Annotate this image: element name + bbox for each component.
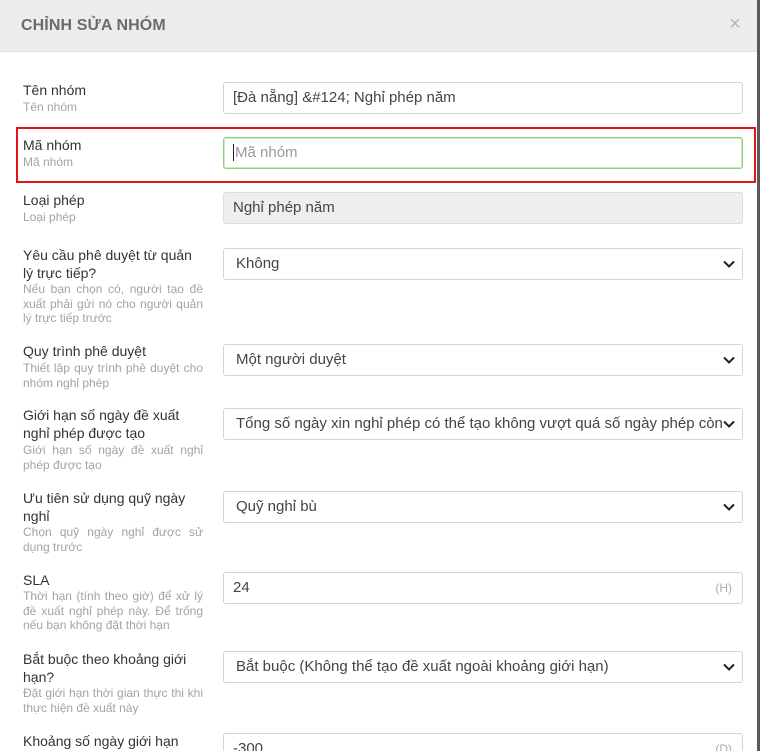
manager-approval-value: Không [236,255,280,272]
sla-hint: Thời hạn (tính theo giờ) để xử lý đề xuấ… [23,589,203,632]
manager-approval-label: Yêu cầu phê duyệt từ quản lý trực tiếp? [23,247,192,281]
leave-type-label: Loại phép [23,192,85,208]
chevron-down-icon [723,420,735,428]
leave-type-hint: Loại phép [23,210,76,224]
approval-flow-value: Một người duyệt [236,351,346,368]
chevron-down-icon [723,663,735,671]
group-code-placeholder: Mã nhóm [235,144,298,161]
range-required-value: Bắt buộc (Không thể tạo đề xuất ngoài kh… [236,658,609,675]
day-limit-label: Giới hạn số ngày đề xuất nghỉ phép được … [23,407,180,441]
sla-unit: (H) [715,581,732,595]
chevron-down-icon [723,356,735,364]
group-name-value: [Đà nẵng] &#124; Nghỉ phép năm [233,89,456,106]
range-days-input[interactable]: -300 (D) [223,733,743,751]
fund-priority-select[interactable]: Quỹ nghỉ bù [223,491,743,523]
day-limit-hint: Giới hạn số ngày đề xuất nghỉ phép được … [23,443,203,472]
manager-approval-hint: Nếu bạn chọn có, người tạo đề xuất phải … [23,282,203,325]
approval-flow-label: Quy trình phê duyệt [23,343,146,359]
edit-group-modal: CHỈNH SỬA NHÓM × Tên nhóm Tên nhóm [Đà n… [0,0,757,751]
fund-priority-label: Ưu tiên sử dụng quỹ ngày nghỉ [23,490,186,524]
fund-priority-value: Quỹ nghỉ bù [236,498,317,515]
modal-title: CHỈNH SỬA NHÓM [21,17,166,34]
chevron-down-icon [723,503,735,511]
leave-type-value: Nghỉ phép năm [233,199,335,216]
group-name-hint: Tên nhóm [23,100,78,114]
sla-label: SLA [23,572,50,588]
modal-header: CHỈNH SỬA NHÓM × [0,0,757,52]
range-days-label: Khoảng số ngày giới hạn [23,733,179,749]
text-cursor [233,143,234,161]
day-limit-value: Tổng số ngày xin nghỉ phép có thể tạo kh… [236,415,723,432]
fund-priority-hint: Chọn quỹ ngày nghỉ được sử dụng trước [23,525,203,554]
sla-input[interactable]: 24 (H) [223,572,743,604]
close-icon[interactable]: × [725,13,745,35]
approval-flow-select[interactable]: Một người duyệt [223,344,743,376]
day-limit-select[interactable]: Tổng số ngày xin nghỉ phép có thể tạo kh… [223,408,743,440]
group-code-label: Mã nhóm [23,137,82,153]
manager-approval-select[interactable]: Không [223,248,743,280]
range-days-unit: (D) [715,742,732,751]
range-days-value: -300 [233,740,264,751]
range-required-select[interactable]: Bắt buộc (Không thể tạo đề xuất ngoài kh… [223,651,743,683]
sla-value: 24 [233,579,250,596]
leave-type-input: Nghỉ phép năm [223,192,743,224]
group-code-hint: Mã nhóm [23,155,74,169]
range-required-label: Bắt buộc theo khoảng giới hạn? [23,651,187,685]
range-required-hint: Đặt giới hạn thời gian thực thi khi thực… [23,686,203,715]
chevron-down-icon [723,260,735,268]
approval-flow-hint: Thiết lập quy trình phê duyệt cho nhóm n… [23,361,203,390]
group-name-label: Tên nhóm [23,82,87,98]
group-name-input[interactable]: [Đà nẵng] &#124; Nghỉ phép năm [223,82,743,114]
group-code-input[interactable]: Mã nhóm [223,137,743,169]
